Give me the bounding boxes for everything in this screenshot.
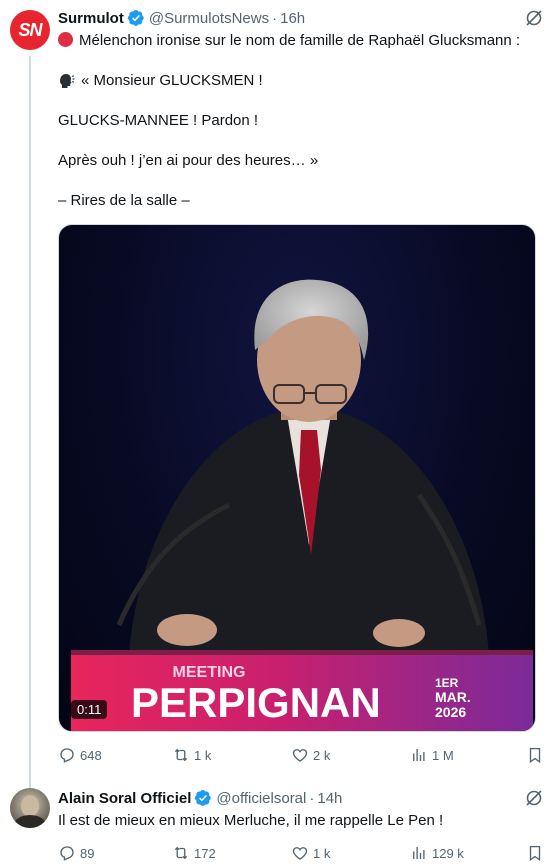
view-count: 129 k xyxy=(432,845,464,861)
like-icon xyxy=(292,749,308,762)
avatar-face xyxy=(21,795,39,817)
author-handle[interactable]: @officielsoral xyxy=(216,790,306,807)
repost-icon xyxy=(174,748,188,762)
repost-button[interactable]: 1 k xyxy=(172,745,211,765)
action-bar: 648 1 k 2 k 1 M xyxy=(58,745,546,765)
reply-button[interactable]: 89 xyxy=(58,843,94,863)
like-button[interactable]: 1 k xyxy=(291,843,330,863)
separator-dot: · xyxy=(272,9,278,27)
avatar-alain-soral[interactable] xyxy=(10,788,50,828)
timestamp[interactable]: 16h xyxy=(280,10,305,27)
banner-date-day: 1ER xyxy=(435,676,459,690)
author-handle[interactable]: @SurmulotsNews xyxy=(149,10,269,27)
tweet-text-line: « Monsieur GLUCKSMEN ! xyxy=(58,71,542,91)
avatar-logo-text: SN xyxy=(18,19,42,40)
video-duration: 0:11 xyxy=(71,700,108,719)
separator-dot: · xyxy=(309,789,315,807)
timestamp[interactable]: 14h xyxy=(317,790,342,807)
tweet-text-line-2: « Monsieur GLUCKSMEN ! xyxy=(81,72,263,89)
video-frame: MEETING PERPIGNAN 1ER MAR. 2026 xyxy=(71,279,533,731)
repost-icon xyxy=(174,846,188,860)
tweet-header: Alain Soral Officiel @officielsoral · 14… xyxy=(58,788,342,808)
reply-icon xyxy=(60,846,74,861)
bookmark-icon xyxy=(529,747,541,764)
tweet-text-line-5: – Rires de la salle – xyxy=(58,192,190,209)
views-button[interactable]: 129 k xyxy=(410,843,464,863)
views-button[interactable]: 1 M xyxy=(410,745,454,765)
bookmark-button[interactable] xyxy=(526,843,548,863)
tweet-text-line-4: Après ouh ! j’en ai pour des heures… » xyxy=(58,152,319,169)
reply-count: 89 xyxy=(80,845,95,861)
tweet-text-line: Mélenchon ironise sur le nom de famille … xyxy=(58,31,542,51)
reply-count: 648 xyxy=(80,747,102,763)
bookmark-button[interactable] xyxy=(526,745,548,765)
banner-perpignan: PERPIGNAN xyxy=(131,679,381,726)
views-icon xyxy=(413,749,425,761)
like-count: 1 k xyxy=(313,845,331,861)
author-name[interactable]: Alain Soral Officiel xyxy=(58,790,191,807)
repost-count: 172 xyxy=(194,845,216,861)
grok-icon[interactable] xyxy=(524,8,544,28)
reply-icon xyxy=(60,748,74,763)
banner-date-month: MAR. xyxy=(435,689,471,705)
avatar-shoulders xyxy=(14,815,46,828)
like-icon xyxy=(292,847,308,860)
repost-button[interactable]: 172 xyxy=(172,843,216,863)
tweet-text-line-3: GLUCKS-MANNEE ! Pardon ! xyxy=(58,112,259,129)
video-player[interactable]: MEETING PERPIGNAN 1ER MAR. 2026 0:11 xyxy=(58,224,536,732)
bookmark-icon xyxy=(529,845,541,862)
tweet-header: Surmulot @SurmulotsNews · 16h xyxy=(58,8,305,28)
action-bar: 89 172 1 k 129 k xyxy=(58,843,546,863)
verified-badge-icon[interactable] xyxy=(194,789,212,807)
view-count: 1 M xyxy=(432,747,454,763)
tweet-alain-soral[interactable]: Alain Soral Officiel @officielsoral · 14… xyxy=(0,780,554,868)
verified-badge-icon[interactable] xyxy=(127,9,145,27)
tweet-surmulot[interactable]: SN Surmulot @SurmulotsNews · 16h Mélench… xyxy=(0,0,554,788)
repost-count: 1 k xyxy=(194,747,212,763)
reply-button[interactable]: 648 xyxy=(58,745,102,765)
like-button[interactable]: 2 k xyxy=(291,745,330,765)
tweet-text: Il est de mieux en mieux Merluche, il me… xyxy=(58,812,444,829)
banner-date-year: 2026 xyxy=(435,704,466,720)
like-count: 2 k xyxy=(313,747,331,763)
views-icon xyxy=(413,847,425,859)
tweet-text-line-1: Mélenchon ironise sur le nom de famille … xyxy=(79,32,521,49)
avatar-surmulot[interactable]: SN xyxy=(10,10,50,50)
grok-icon[interactable] xyxy=(524,788,544,808)
thread-line xyxy=(29,56,31,788)
author-name[interactable]: Surmulot xyxy=(58,10,124,27)
speaking-head-icon xyxy=(58,72,75,88)
red-circle-icon xyxy=(58,32,73,47)
